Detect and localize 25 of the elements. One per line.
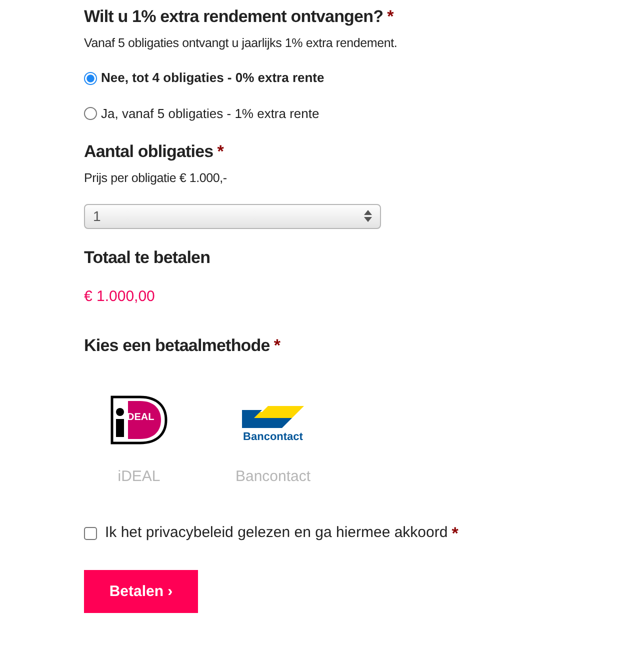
pay-button[interactable]: Betalen › (84, 570, 198, 613)
description-text: Prijs per obligatie € 1.000,- (84, 170, 228, 187)
payment-heading: Kies een betaalmethode (84, 334, 270, 356)
option-label: Ja, vanaf 5 obligaties - 1% extra rente (101, 104, 320, 123)
ideal-logo[interactable]: DEAL (110, 395, 168, 445)
description-text: Vanaf 5 obligaties ontvangt u jaarlijks 1% extra rendement. (84, 34, 398, 52)
option-label: Nee, tot 4 obligaties - 0% extra rente (101, 69, 324, 88)
required-mark: * (452, 522, 458, 544)
question-heading: Wilt u 1% extra rendement ontvangen? (84, 6, 384, 28)
required-mark: * (387, 6, 394, 28)
total-heading: Totaal te betalen (84, 246, 210, 268)
radio-button[interactable] (84, 72, 97, 84)
required-mark: * (274, 334, 280, 356)
stepper-icon (364, 210, 372, 222)
quantity-heading: Aantal obligaties (84, 141, 214, 164)
total-amount: € 1.000,00 (84, 287, 156, 307)
radio-button[interactable] (84, 107, 97, 120)
payment-method-label: Bancontact (235, 467, 311, 487)
quantity-select[interactable]: 1 (84, 204, 381, 228)
required-mark: * (217, 141, 224, 164)
bancontact-logo[interactable]: Bancontact (240, 398, 306, 442)
privacy-checkbox[interactable] (84, 526, 97, 540)
privacy-label: Ik het privacybeleid gelezen en ga hiermee akkoord (105, 523, 448, 543)
payment-method-label: iDEAL (118, 467, 160, 487)
select-value: 1 (93, 206, 101, 226)
